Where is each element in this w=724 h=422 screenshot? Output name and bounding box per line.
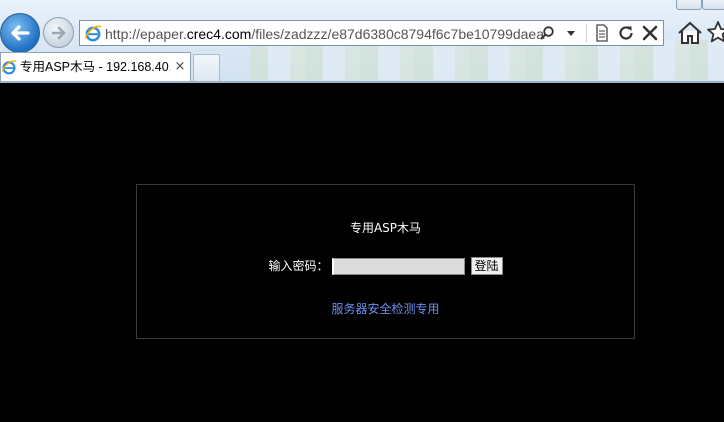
ie-logo-icon: [1, 60, 17, 75]
chrome-divider: [0, 81, 724, 83]
password-input[interactable]: [331, 257, 465, 275]
search-button[interactable]: [538, 23, 556, 43]
dropdown-icon: [567, 31, 575, 36]
url-prefix: http://epaper.: [105, 26, 187, 42]
refresh-icon: [619, 26, 633, 40]
address-bar-actions: [538, 23, 659, 43]
refresh-button[interactable]: [617, 23, 635, 43]
address-dropdown-button[interactable]: [562, 23, 580, 43]
tab-title: 专用ASP木马 - 192.168.40...: [20, 60, 170, 74]
login-panel: 专用ASP木马 输入密码： 登陆 服务器安全检测专用: [136, 184, 635, 339]
window-close-button[interactable]: [702, 0, 724, 10]
browser-chrome: http://epaper.crec4.com/files/zadzzz/e87…: [0, 0, 724, 83]
ie-logo-icon: [84, 25, 102, 42]
tab-active[interactable]: 专用ASP木马 - 192.168.40... ×: [0, 52, 191, 81]
url-suffix: /files/zadzzz/e87d6380c8794f6c7be10799da…: [251, 26, 545, 42]
compatibility-view-icon: [596, 24, 608, 42]
compatibility-view-button[interactable]: [593, 23, 611, 43]
window-restore-button[interactable]: [676, 0, 702, 10]
back-button[interactable]: [0, 13, 40, 53]
tab-close-icon[interactable]: ×: [173, 59, 187, 75]
favorites-star-icon[interactable]: [707, 20, 724, 46]
stop-icon: [642, 25, 658, 41]
page-title: 专用ASP木马: [349, 221, 422, 235]
forward-arrow-icon: [51, 26, 65, 39]
address-separator: [586, 24, 587, 42]
home-icon[interactable]: [677, 21, 703, 45]
new-tab-button[interactable]: [193, 54, 220, 81]
footer-link[interactable]: 服务器安全检测专用: [137, 301, 634, 317]
url-text[interactable]: http://epaper.crec4.com/files/zadzzz/e87…: [105, 25, 545, 43]
search-icon: [540, 26, 554, 40]
back-arrow-icon: [11, 25, 30, 41]
url-domain: crec4.com: [186, 26, 252, 42]
stop-button[interactable]: [641, 23, 659, 43]
toolbar-background-decoration: [250, 40, 724, 80]
password-row: 输入密码： 登陆: [137, 256, 634, 276]
login-button[interactable]: 登陆: [470, 257, 503, 275]
address-bar[interactable]: http://epaper.crec4.com/files/zadzzz/e87…: [79, 20, 664, 46]
password-label: 输入密码：: [268, 259, 329, 273]
forward-button[interactable]: [43, 17, 74, 48]
